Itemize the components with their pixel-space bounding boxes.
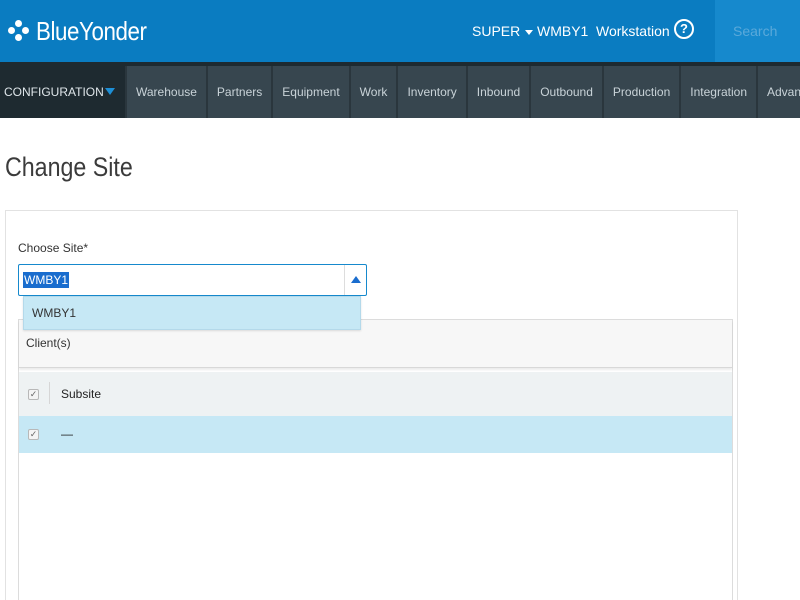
nav-tab-partners[interactable]: Partners xyxy=(205,66,272,118)
logo-icon xyxy=(8,20,30,42)
row-checkbox[interactable]: ✓ xyxy=(28,429,39,440)
subsite-cell: — xyxy=(61,427,73,441)
configuration-menu[interactable]: CONFIGURATION xyxy=(0,66,125,118)
brand-logo[interactable]: BlueYonder xyxy=(8,14,165,48)
nav-tab-inventory[interactable]: Inventory xyxy=(396,66,466,118)
help-icon[interactable]: ? xyxy=(674,19,694,39)
nav-tab-production[interactable]: Production xyxy=(601,66,680,118)
top-header: BlueYonder SUPER WMBY1 Workstation ? xyxy=(0,0,800,62)
search-input[interactable] xyxy=(715,0,800,62)
dropdown-toggle-button[interactable] xyxy=(344,265,366,295)
user-menu[interactable]: SUPER xyxy=(472,0,534,62)
site-select[interactable]: WMBY1 xyxy=(18,264,367,296)
column-divider xyxy=(49,382,50,404)
choose-site-label: Choose Site* xyxy=(18,241,89,255)
change-site-panel: Choose Site* WMBY1 Client(s) ✓ Subsite ✓… xyxy=(5,210,738,600)
nav-tab-work[interactable]: Work xyxy=(348,66,397,118)
nav-tab-outbound[interactable]: Outbound xyxy=(529,66,602,118)
grid-header: ✓ Subsite xyxy=(19,372,732,416)
column-header-subsite[interactable]: Subsite xyxy=(61,387,101,401)
nav-tab-inbound[interactable]: Inbound xyxy=(465,66,530,118)
dropdown-option[interactable]: WMBY1 xyxy=(32,306,76,320)
nav-tab-equipment[interactable]: Equipment xyxy=(271,66,349,118)
select-all-checkbox[interactable]: ✓ xyxy=(28,389,39,400)
site-dropdown-list: WMBY1 xyxy=(23,296,361,330)
page-title: Change Site xyxy=(5,152,133,182)
main-nav: CONFIGURATION Warehouse Partners Equipme… xyxy=(0,62,800,118)
nav-tab-integration[interactable]: Integration xyxy=(679,66,756,118)
user-menu-label: SUPER xyxy=(472,23,521,39)
site-select-value[interactable]: WMBY1 xyxy=(23,272,70,288)
brand-name: BlueYonder xyxy=(36,15,147,46)
clients-label: Client(s) xyxy=(26,336,71,350)
clients-section: Client(s) ✓ Subsite ✓ — xyxy=(18,319,733,600)
nav-tabs: Warehouse Partners Equipment Work Invent… xyxy=(125,66,800,118)
caret-down-icon xyxy=(525,29,534,35)
site-indicator[interactable]: WMBY1 xyxy=(537,0,588,62)
workstation-link[interactable]: Workstation xyxy=(596,0,670,62)
nav-tab-warehouse[interactable]: Warehouse xyxy=(125,66,206,118)
table-row[interactable]: ✓ — xyxy=(19,416,732,453)
caret-up-icon xyxy=(351,276,361,283)
caret-down-icon xyxy=(105,88,115,95)
configuration-label: CONFIGURATION xyxy=(4,85,104,99)
nav-tab-advanced[interactable]: Advanced xyxy=(756,66,800,118)
